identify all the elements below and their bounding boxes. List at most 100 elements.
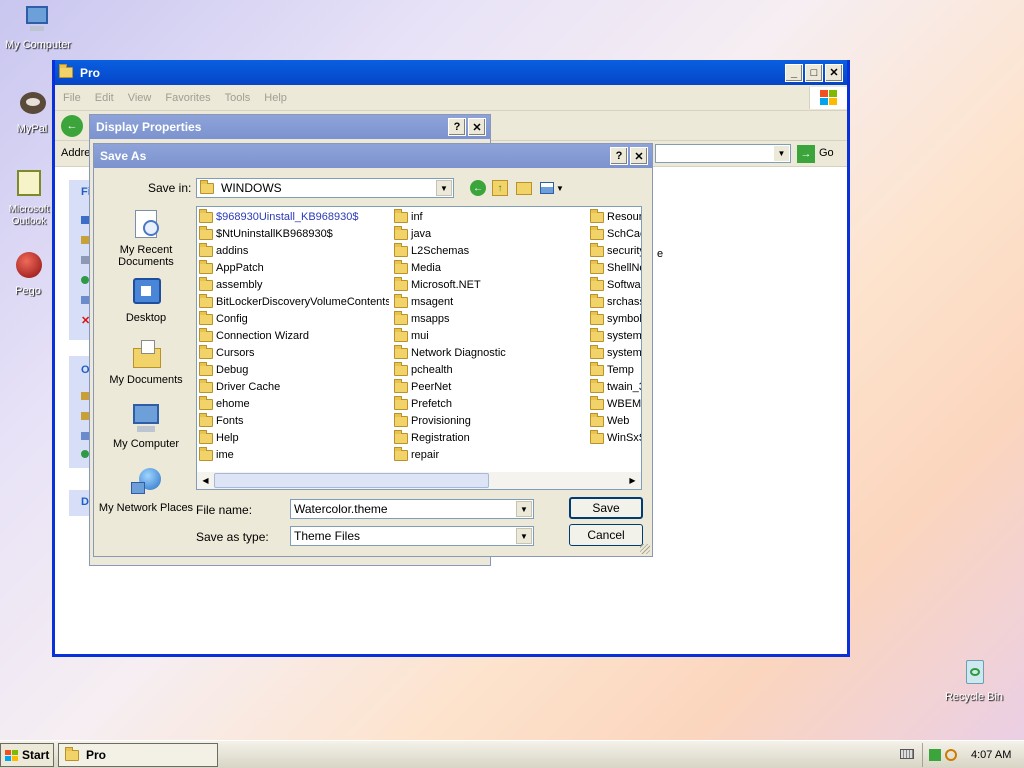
new-folder-icon[interactable] xyxy=(516,182,532,195)
desktop-icon-recycle-bin[interactable]: Recycle Bin xyxy=(938,656,1010,703)
place-desktop[interactable]: Desktop xyxy=(96,276,196,324)
file-list-item[interactable]: java xyxy=(394,226,584,243)
taskbar-item-pro[interactable]: Pro xyxy=(58,743,218,767)
file-list-item[interactable]: WinSxS xyxy=(590,430,641,447)
file-list-item[interactable]: BitLockerDiscoveryVolumeContents xyxy=(199,294,389,311)
go-button[interactable]: Go xyxy=(819,147,834,159)
back-arrow-icon[interactable]: ← xyxy=(61,115,83,137)
file-list-item[interactable]: inf xyxy=(394,209,584,226)
go-arrow-icon[interactable]: → xyxy=(797,145,815,163)
file-list-item[interactable]: L2Schemas xyxy=(394,243,584,260)
file-list-item[interactable]: Resources xyxy=(590,209,641,226)
file-list-item[interactable]: AppPatch xyxy=(199,260,389,277)
help-button[interactable]: ? xyxy=(610,147,628,165)
file-list-item[interactable]: Help xyxy=(199,430,389,447)
file-list-item[interactable]: Prefetch xyxy=(394,396,584,413)
file-list-item[interactable]: msapps xyxy=(394,311,584,328)
file-list-item[interactable]: ime xyxy=(199,447,389,464)
file-list[interactable]: $968930Uinstall_KB968930$ $NtUninstallKB9… xyxy=(196,206,642,490)
file-list-item[interactable]: system32 xyxy=(590,345,641,362)
file-list-item[interactable]: ShellNew xyxy=(590,260,641,277)
file-list-item[interactable]: Web xyxy=(590,413,641,430)
maximize-button[interactable]: □ xyxy=(805,63,823,82)
file-list-item[interactable]: msagent xyxy=(394,294,584,311)
file-list-item[interactable]: Fonts xyxy=(199,413,389,430)
file-list-item[interactable]: Connection Wizard xyxy=(199,328,389,345)
file-list-item[interactable]: $968930Uinstall_KB968930$ xyxy=(199,209,389,226)
file-name-input[interactable]: Watercolor.theme ▼ xyxy=(290,499,534,519)
file-list-item[interactable]: mui xyxy=(394,328,584,345)
place-my-computer[interactable]: My Computer xyxy=(96,402,196,450)
file-list-item[interactable]: repair xyxy=(394,447,584,464)
file-list-item[interactable]: ehome xyxy=(199,396,389,413)
save-as-title-bar[interactable]: Save As ? ✕ xyxy=(94,144,652,168)
up-folder-icon[interactable]: ↑ xyxy=(492,180,508,196)
file-list-item[interactable]: Temp xyxy=(590,362,641,379)
file-list-item[interactable]: pchealth xyxy=(394,362,584,379)
file-list-item-label: repair xyxy=(411,449,440,461)
cancel-button[interactable]: Cancel xyxy=(569,524,643,546)
file-list-item[interactable]: Microsoft.NET xyxy=(394,277,584,294)
help-button[interactable]: ? xyxy=(448,118,466,136)
resize-grip-icon[interactable] xyxy=(640,544,650,554)
desktop-icon-outlook[interactable]: Microsoft Outlook xyxy=(2,168,56,227)
save-type-dropdown[interactable]: Theme Files ▼ xyxy=(290,526,534,546)
address-input[interactable]: ▼ xyxy=(655,144,791,163)
file-list-item[interactable]: Provisioning xyxy=(394,413,584,430)
menu-view[interactable]: View xyxy=(128,92,152,104)
minimize-button[interactable]: _ xyxy=(785,63,803,82)
file-list-item[interactable]: Cursors xyxy=(199,345,389,362)
desktop-icon-pego[interactable]: Pego xyxy=(2,250,54,297)
file-list-item[interactable]: symbols xyxy=(590,311,641,328)
menu-file[interactable]: File xyxy=(63,92,81,104)
display-properties-title-bar[interactable]: Display Properties ? ✕ xyxy=(90,115,490,139)
close-button[interactable]: ✕ xyxy=(468,118,486,136)
file-list-item[interactable]: Config xyxy=(199,311,389,328)
folder-icon xyxy=(590,345,604,359)
network-tray-icon[interactable] xyxy=(929,749,941,761)
file-list-item[interactable]: SchCache xyxy=(590,226,641,243)
file-list-item-label: assembly xyxy=(216,279,263,291)
file-list-item[interactable]: srchasst xyxy=(590,294,641,311)
desktop-icon-my-computer[interactable]: My Computer xyxy=(2,4,74,51)
menu-help[interactable]: Help xyxy=(264,92,287,104)
file-list-item[interactable]: Media xyxy=(394,260,584,277)
file-list-item[interactable]: WBEM xyxy=(590,396,642,413)
explorer-title-bar[interactable]: Pro _ □ ✕ xyxy=(55,60,847,85)
scroll-thumb[interactable] xyxy=(214,473,489,488)
place-my-recent-documents[interactable]: My Recent Documents xyxy=(96,208,196,268)
menu-edit[interactable]: Edit xyxy=(95,92,114,104)
file-list-item-label: BitLockerDiscoveryVolumeContents xyxy=(216,296,389,308)
save-button[interactable]: Save xyxy=(569,497,643,519)
views-menu-icon[interactable]: ▼ xyxy=(540,180,564,196)
file-list-item[interactable]: twain_32 xyxy=(590,379,641,396)
file-list-item[interactable]: Debug xyxy=(199,362,389,379)
back-arrow-icon[interactable]: ← xyxy=(470,180,486,196)
file-list-item[interactable]: security xyxy=(590,243,641,260)
close-button[interactable]: ✕ xyxy=(825,63,843,82)
file-list-item-label: WBEM xyxy=(607,398,642,410)
search-icon[interactable] xyxy=(945,749,957,761)
file-list-item[interactable]: addins xyxy=(199,243,389,260)
file-list-item-label: Software xyxy=(607,279,641,291)
file-list-item[interactable]: Registration xyxy=(394,430,584,447)
file-list-item[interactable]: Driver Cache xyxy=(199,379,389,396)
scroll-left-icon[interactable]: ◀ xyxy=(198,473,213,488)
start-button[interactable]: Start xyxy=(0,743,54,767)
file-list-item[interactable]: Network Diagnostic xyxy=(394,345,584,362)
menu-tools[interactable]: Tools xyxy=(225,92,251,104)
file-list-item[interactable]: PeerNet xyxy=(394,379,584,396)
file-list-item[interactable]: assembly xyxy=(199,277,389,294)
place-my-network-places[interactable]: My Network Places xyxy=(96,466,196,514)
file-list-item[interactable]: system xyxy=(590,328,641,345)
file-list-item[interactable]: Software xyxy=(590,277,641,294)
file-list-item[interactable]: $NtUninstallKB968930$ xyxy=(199,226,389,243)
close-button[interactable]: ✕ xyxy=(630,147,648,165)
place-my-documents[interactable]: My Documents xyxy=(96,338,196,386)
save-in-dropdown[interactable]: WINDOWS ▼ xyxy=(196,178,454,198)
scroll-right-icon[interactable]: ▶ xyxy=(625,473,640,488)
file-list-item-label: L2Schemas xyxy=(411,245,470,257)
horizontal-scrollbar[interactable]: ◀ ▶ xyxy=(197,472,641,489)
keyboard-icon[interactable] xyxy=(900,749,914,759)
menu-favorites[interactable]: Favorites xyxy=(165,92,210,104)
